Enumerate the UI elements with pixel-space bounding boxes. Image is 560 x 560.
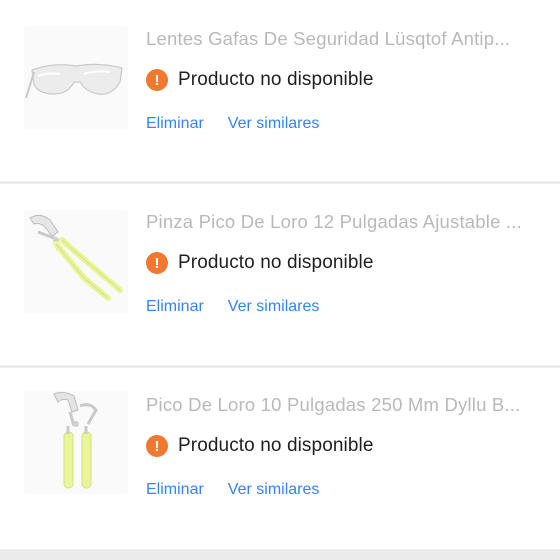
exclamation-icon: ! bbox=[146, 69, 168, 91]
item-actions: Eliminar Ver similares bbox=[146, 115, 319, 133]
see-similar-button[interactable]: Ver similares bbox=[228, 115, 320, 133]
product-title[interactable]: Lentes Gafas De Seguridad Lüsqtof Antip.… bbox=[146, 28, 542, 50]
safety-glasses-icon bbox=[25, 63, 123, 99]
exclamation-icon: ! bbox=[146, 252, 168, 274]
item-actions: Eliminar Ver similares bbox=[146, 481, 319, 499]
product-thumbnail[interactable] bbox=[24, 26, 128, 130]
status-text: Producto no disponible bbox=[178, 252, 374, 273]
availability-status: ! Producto no disponible bbox=[146, 68, 374, 92]
product-title[interactable]: Pico De Loro 10 Pulgadas 250 Mm Dyllu B.… bbox=[146, 394, 542, 416]
remove-button[interactable]: Eliminar bbox=[146, 481, 204, 499]
product-thumbnail[interactable] bbox=[24, 390, 128, 494]
list-item: Lentes Gafas De Seguridad Lüsqtof Antip.… bbox=[0, 0, 560, 181]
availability-status: ! Producto no disponible bbox=[146, 434, 374, 458]
remove-button[interactable]: Eliminar bbox=[146, 298, 204, 316]
list-item: Pico De Loro 10 Pulgadas 250 Mm Dyllu B.… bbox=[0, 368, 560, 549]
status-text: Producto no disponible bbox=[178, 435, 374, 456]
see-similar-button[interactable]: Ver similares bbox=[228, 481, 320, 499]
pliers-icon bbox=[29, 214, 123, 301]
product-thumbnail[interactable] bbox=[24, 210, 128, 314]
unavailable-products-list: Lentes Gafas De Seguridad Lüsqtof Antip.… bbox=[0, 0, 560, 560]
item-actions: Eliminar Ver similares bbox=[146, 298, 319, 316]
pliers-icon bbox=[53, 391, 98, 489]
status-text: Producto no disponible bbox=[178, 69, 374, 90]
exclamation-icon: ! bbox=[146, 435, 168, 457]
product-title[interactable]: Pinza Pico De Loro 12 Pulgadas Ajustable… bbox=[146, 211, 542, 233]
see-similar-button[interactable]: Ver similares bbox=[228, 298, 320, 316]
remove-button[interactable]: Eliminar bbox=[146, 115, 204, 133]
availability-status: ! Producto no disponible bbox=[146, 251, 374, 275]
list-item: Pinza Pico De Loro 12 Pulgadas Ajustable… bbox=[0, 184, 560, 365]
